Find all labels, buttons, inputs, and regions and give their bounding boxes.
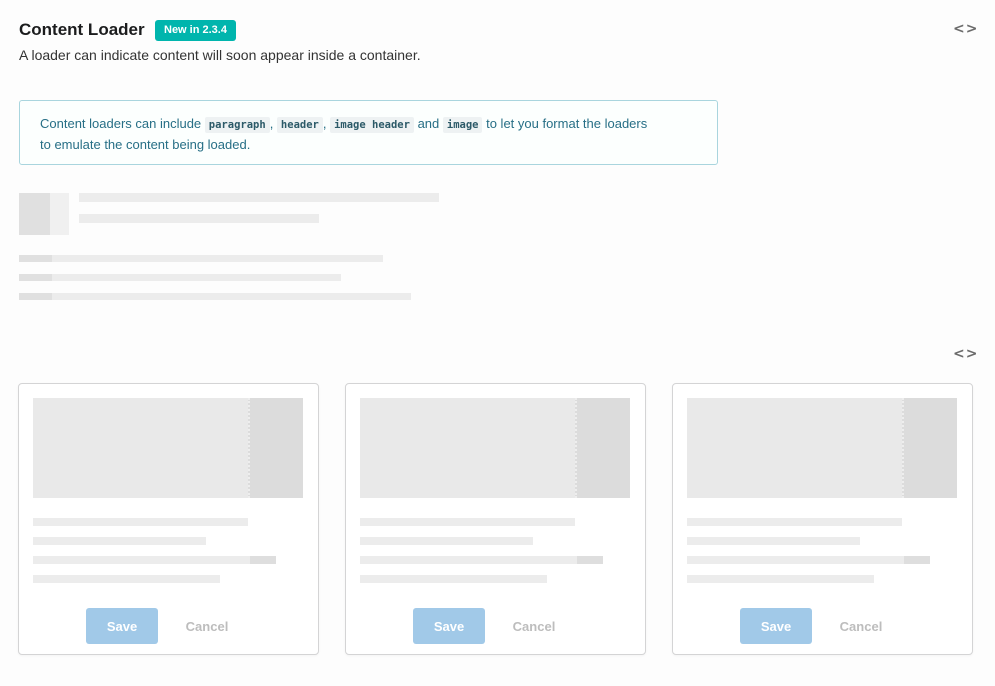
loader-card: Save Cancel <box>345 383 646 655</box>
placeholder-line <box>33 556 276 564</box>
placeholder-line <box>687 575 874 583</box>
info-text-start: Content loaders can include <box>40 116 205 131</box>
info-sep: , <box>269 116 277 131</box>
placeholder-image <box>360 398 630 498</box>
loader-card: Save Cancel <box>18 383 319 655</box>
placeholder-line <box>33 537 206 545</box>
page-subtitle: A loader can indicate content will soon … <box>19 47 421 63</box>
placeholder-paragraph-line <box>19 255 52 262</box>
placeholder-shine <box>575 398 630 498</box>
code-toggle-icon[interactable]: <> <box>953 346 978 362</box>
info-sep: , <box>322 116 331 131</box>
code-paragraph: paragraph <box>204 117 270 133</box>
placeholder-shine <box>248 398 303 498</box>
placeholder-paragraph-line <box>52 255 383 262</box>
info-message: Content loaders can include paragraph, h… <box>19 100 718 165</box>
placeholder-image <box>687 398 957 498</box>
code-image-header: image header <box>330 117 414 133</box>
version-badge: New in 2.3.4 <box>155 20 236 41</box>
placeholder-paragraph-line <box>52 293 411 300</box>
placeholder-paragraph-line <box>52 274 341 281</box>
placeholder-line <box>33 518 248 526</box>
placeholder-line <box>360 556 603 564</box>
loader-card: Save Cancel <box>672 383 973 655</box>
placeholder-header-line <box>79 214 319 223</box>
save-button[interactable]: Save <box>740 608 812 644</box>
placeholder-image-shine <box>50 193 69 235</box>
placeholder-line <box>360 537 533 545</box>
save-button[interactable]: Save <box>413 608 485 644</box>
placeholder-line <box>33 575 220 583</box>
code-toggle-icon[interactable]: <> <box>953 21 978 37</box>
placeholder-paragraph-line <box>19 293 52 300</box>
placeholder-header-line <box>79 193 439 202</box>
placeholder-shine <box>902 398 957 498</box>
page-title: Content Loader <box>19 20 145 39</box>
placeholder-line <box>687 537 860 545</box>
cancel-button[interactable]: Cancel <box>826 608 896 644</box>
placeholder-paragraph-line <box>19 274 52 281</box>
save-button[interactable]: Save <box>86 608 158 644</box>
code-header: header <box>276 117 323 133</box>
placeholder-image <box>19 193 50 235</box>
placeholder-line <box>687 556 930 564</box>
cancel-button[interactable]: Cancel <box>172 608 242 644</box>
content-loader-page: Content Loader New in 2.3.4 A loader can… <box>0 0 995 686</box>
placeholder-line <box>360 575 547 583</box>
placeholder-line <box>687 518 902 526</box>
info-text-end: to let you format the loaders <box>482 116 648 131</box>
cancel-button[interactable]: Cancel <box>499 608 569 644</box>
placeholder-line <box>360 518 575 526</box>
info-sep: and <box>413 116 443 131</box>
code-image: image <box>442 117 483 133</box>
placeholder-image <box>33 398 303 498</box>
info-text-line2: to emulate the content being loaded. <box>40 137 251 152</box>
